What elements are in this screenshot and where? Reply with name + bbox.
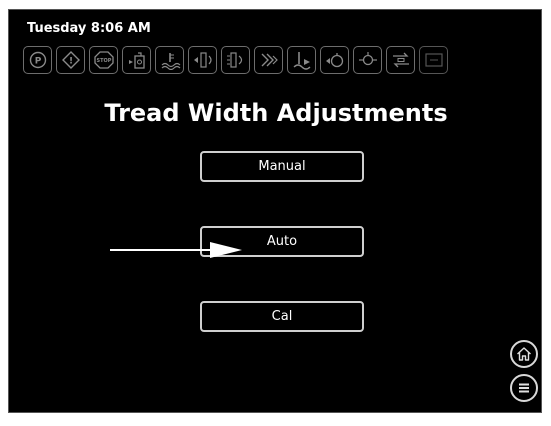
indicator-row: P ! STOP [23, 46, 448, 78]
parking-brake-icon: P [23, 46, 52, 74]
manual-button[interactable]: Manual [200, 151, 364, 182]
datetime-label: Tuesday 8:06 AM [27, 21, 151, 36]
pump-icon [320, 46, 349, 74]
pointer-arrow [110, 242, 242, 258]
svg-text:!: ! [68, 57, 72, 67]
menu-icon [519, 383, 529, 393]
tread-right-icon [221, 46, 250, 74]
filter-icon [353, 46, 382, 74]
page-title: Tread Width Adjustments [104, 99, 448, 127]
menu-button[interactable] [510, 374, 538, 402]
warning-icon: ! [56, 46, 85, 74]
stop-icon: STOP [89, 46, 118, 74]
home-icon [517, 347, 531, 361]
battery-icon [419, 46, 448, 74]
coolant-temp-icon [155, 46, 184, 74]
home-button[interactable] [510, 340, 538, 368]
transmission-icon [386, 46, 415, 74]
fuel-icon [122, 46, 151, 74]
hydraulic-icon [287, 46, 316, 74]
svg-text:STOP: STOP [96, 58, 111, 64]
tread-left-icon [188, 46, 217, 74]
steering-icon [254, 46, 283, 74]
display-screen: Tuesday 8:06 AM P ! STOP Tread Width Adj… [8, 9, 542, 413]
svg-text:P: P [34, 57, 41, 67]
cal-button[interactable]: Cal [200, 301, 364, 332]
